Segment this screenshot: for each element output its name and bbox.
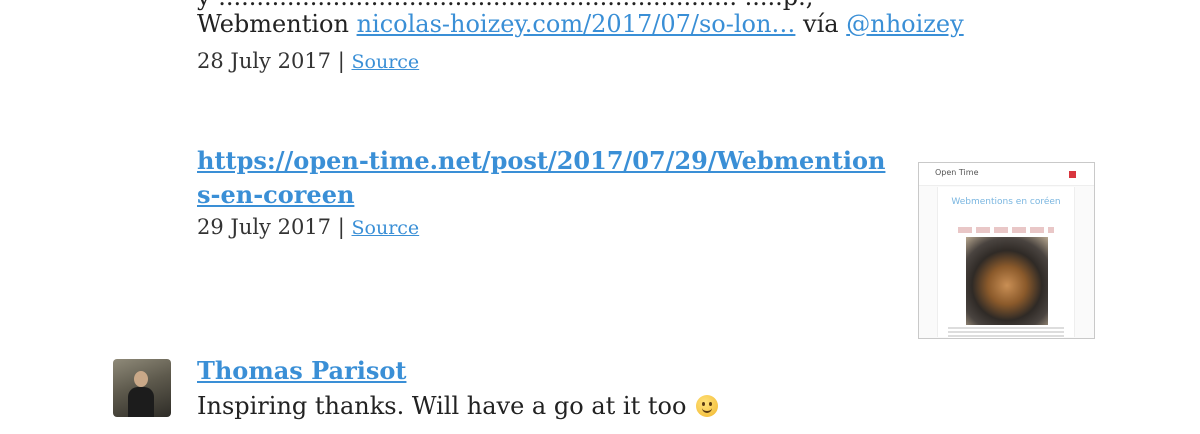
comment-text: Inspiring thanks. Will have a go at it t… [197,392,719,420]
entry-meta: 29 July 2017 | Source [197,215,419,239]
source-link[interactable]: Source [352,217,420,239]
webmention-entry: Webmention nicolas-hoizey.com/2017/07/so… [197,10,964,38]
menu-icon [1069,171,1076,178]
entry-meta: 28 July 2017 | Source [197,49,419,73]
entry-url: https://open-time.net/post/2017/07/29/We… [197,144,897,212]
thumbnail-card: Webmentions en coréen [937,187,1075,338]
comment-body: Inspiring thanks. Will have a go at it t… [197,392,687,420]
thumbnail-site-title: Open Time [935,168,979,177]
entry-date: 29 July 2017 [197,215,332,239]
avatar[interactable] [113,359,171,417]
link-preview-thumbnail[interactable]: Open Time Webmentions en coréen [918,162,1095,339]
via-label: vía [803,10,839,38]
thumbnail-tags [958,227,1054,233]
open-time-post-link[interactable]: https://open-time.net/post/2017/07/29/We… [197,146,885,209]
via-handle-link[interactable]: @nhoizey [846,10,963,38]
avatar-head [134,371,148,387]
webmention-prefix: Webmention [197,10,349,38]
avatar-torso [128,387,154,417]
entry-date: 28 July 2017 [197,49,332,73]
author-link[interactable]: Thomas Parisot [197,356,406,385]
thumbnail-caption-lines [948,327,1064,338]
source-link[interactable]: Source [352,51,420,73]
smiley-emoji-icon [696,395,719,417]
separator: | [337,215,345,239]
thumbnail-food-photo [966,237,1048,325]
comment-author: Thomas Parisot [197,356,406,385]
thumbnail-post-title: Webmentions en coréen [951,197,1061,207]
separator: | [337,49,345,73]
webmention-link[interactable]: nicolas-hoizey.com/2017/07/so-lon… [357,10,796,38]
